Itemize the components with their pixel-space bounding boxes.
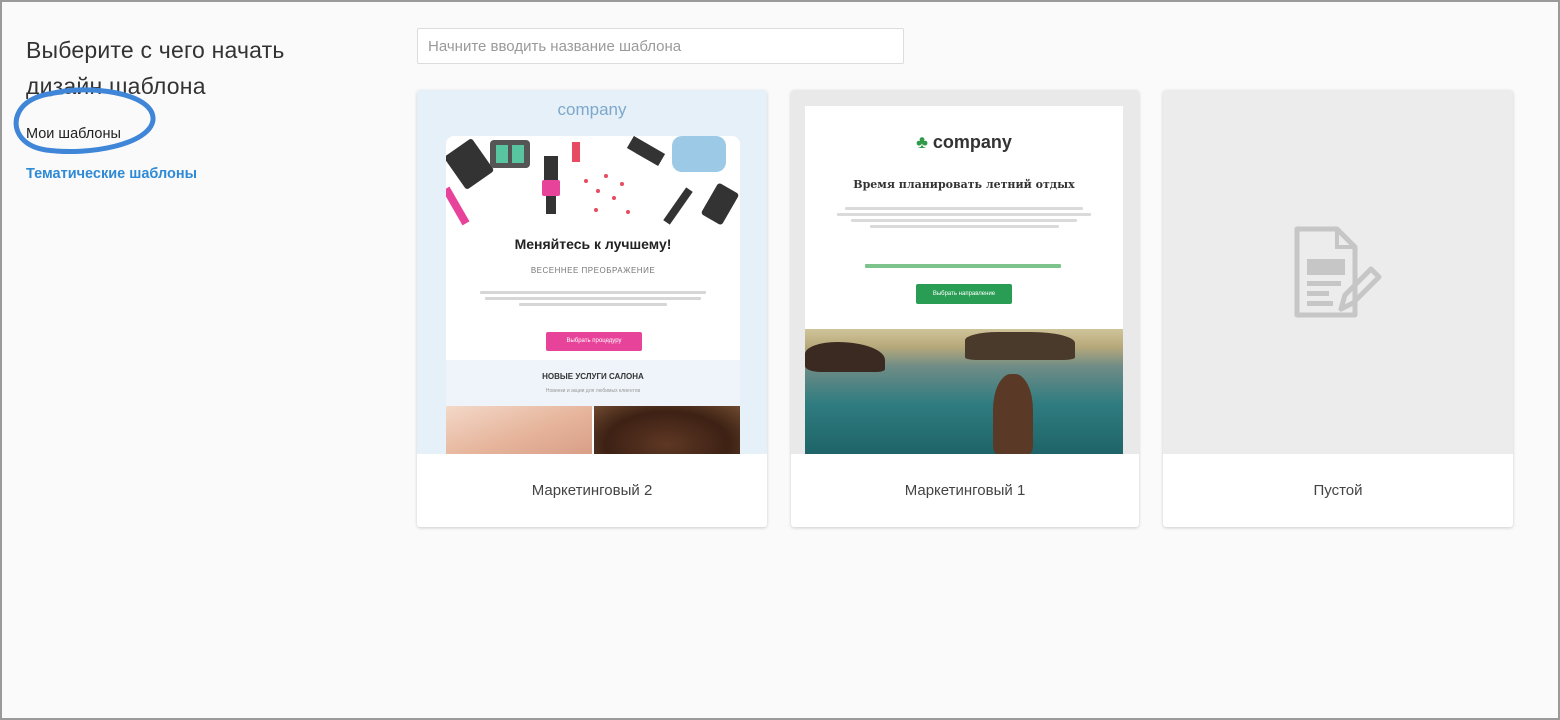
sidebar-nav: Мои шаблоны Тематические шаблоны (13, 87, 366, 184)
company-logo-text: company (932, 132, 1012, 152)
app-window: Выберите с чего начать дизайн шаблона Мо… (0, 0, 1560, 720)
preview-photo-manicure (446, 406, 592, 454)
preview-headline: Время планировать летний отдых (853, 178, 1075, 191)
preview-link-line (865, 264, 1061, 268)
preview-cta-button: Выбрать процедуру (546, 332, 642, 351)
blank-document-edit-icon (1294, 226, 1382, 318)
template-preview: ♣ company Время планировать летний отдых… (791, 90, 1139, 454)
template-preview (1163, 90, 1513, 454)
preview-section-subtitle: Новинки и акции для любимых клиентов (545, 388, 641, 394)
preview-subheadline: ВЕСЕННЕЕ ПРЕОБРАЖЕНИЕ (530, 266, 656, 275)
preview-photo-rock (965, 332, 1075, 360)
preview-section-title: НОВЫЕ УСЛУГИ САЛОНА (542, 372, 644, 381)
template-card-marketing-1[interactable]: ♣ company Время планировать летний отдых… (791, 90, 1139, 527)
sidebar: Выберите с чего начать дизайн шаблона Мо… (13, 32, 366, 184)
email-preview-sheet: ♣ company Время планировать летний отдых… (805, 106, 1123, 454)
page-title: Выберите с чего начать дизайн шаблона (26, 37, 285, 99)
email-preview-sheet: Меняйтесь к лучшему! ВЕСЕННЕЕ ПРЕОБРАЖЕН… (446, 136, 740, 454)
nav-thematic-templates[interactable]: Тематические шаблоны (26, 164, 366, 184)
company-logo: company (557, 100, 627, 119)
cosmetics-illustration (446, 136, 739, 226)
preview-headline: Меняйтесь к лучшему! (514, 236, 672, 252)
preview-section-band (446, 360, 740, 410)
preview-cta-button: Выбрать направление (916, 284, 1012, 304)
template-card-label: Пустой (1313, 482, 1363, 499)
company-logo: ♣ company (916, 132, 1012, 152)
template-card-label: Маркетинговый 1 (904, 482, 1026, 499)
preview-paragraph-lines (829, 204, 1099, 231)
preview-photo-cream (594, 406, 740, 454)
template-preview: company Меняйтесь к лучшему! ВЕСЕННЕЕ ПР… (417, 90, 767, 454)
preview-photo-person (993, 374, 1033, 454)
preview-paragraph-lines (470, 288, 716, 309)
template-card-blank[interactable]: Пустой (1163, 90, 1513, 527)
template-card-marketing-2[interactable]: company Меняйтесь к лучшему! ВЕСЕННЕЕ ПР… (417, 90, 767, 527)
template-search-input[interactable] (417, 28, 904, 64)
template-card-label: Маркетинговый 2 (531, 482, 653, 499)
nav-my-templates[interactable]: Мои шаблоны (26, 124, 366, 144)
